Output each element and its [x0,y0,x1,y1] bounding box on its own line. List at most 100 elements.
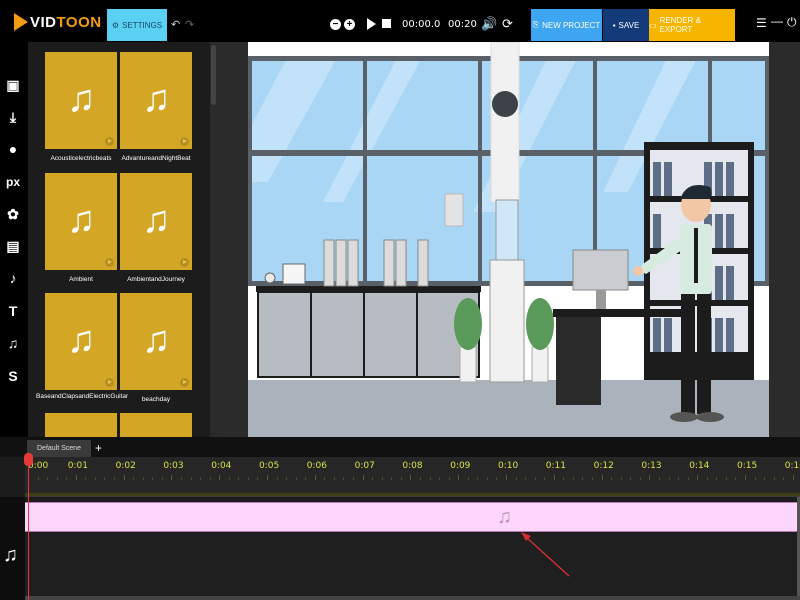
music-note-icon: ♫ [142,199,171,241]
panel-scroll-thumb[interactable] [211,45,216,105]
ruler-tick [381,477,383,480]
canvas-stage[interactable] [248,42,769,437]
px-icon[interactable]: px [4,173,22,191]
microphone-icon[interactable]: ♪ [4,269,22,287]
ruler-tick [314,475,316,480]
undo-icon[interactable]: ↶ [171,18,180,31]
ruler-tick [496,477,498,480]
add-scene-icon[interactable]: + [95,441,102,455]
document-icon[interactable]: ▤ [4,237,22,255]
timeline-horizontal-scrollbar[interactable] [25,596,800,600]
music-tile[interactable] [45,413,117,437]
ruler-tick [372,477,374,480]
preview-play-icon[interactable] [180,137,189,146]
ruler-tick [66,477,68,480]
ruler-tick [429,477,431,480]
ruler-tick [238,477,240,480]
settings-button[interactable]: ⚙ SETTINGS [107,9,167,41]
save-button[interactable]: ▪ SAVE [603,9,649,41]
ruler-tick [56,477,58,480]
download-icon[interactable]: ⤓ [4,108,22,126]
s-icon[interactable]: S [4,367,22,385]
music-tile[interactable] [120,413,192,437]
ruler-tick-label: 0:07 [354,461,375,471]
preview-play-icon[interactable] [105,258,114,267]
ruler-tick [658,477,660,480]
image-icon[interactable]: ▣ [4,76,22,94]
ruler-tick [257,477,259,480]
music-note-icon: ♫ [67,319,96,361]
music-tile[interactable]: ♫ [45,293,117,390]
ruler-tick [209,477,211,480]
music-tile-label: beachday [141,396,171,403]
ruler-tick [439,477,441,480]
current-time: 00:00.0 [402,19,441,30]
new-project-button[interactable]: ⎘ NEW PROJECT [531,9,602,41]
music-tile[interactable]: ♫ [120,173,192,270]
music-asset-panel: ♫ Acousticelectricbeats ♫ AdvantureandNi… [28,42,210,437]
music-note-icon: ♫ [67,78,96,120]
ruler-tick [286,477,288,480]
ruler-tick-label: 0:16 [784,461,800,471]
ruler-tick [37,477,39,480]
audio-track-clip[interactable] [25,502,797,532]
ruler-tick [735,477,737,480]
music-tile[interactable]: ♫ [45,52,117,149]
power-icon[interactable]: ⏻ [787,15,797,30]
ruler-tick [515,477,517,480]
save-label: SAVE [618,20,640,30]
ruler-tick-label: 0:10 [498,461,519,471]
props-icon[interactable]: ✿ [4,205,22,223]
ruler-tick [305,477,307,480]
new-project-icon: ⎘ [532,20,540,29]
playhead[interactable] [28,457,29,600]
ruler-tick [477,477,479,480]
redo-icon[interactable]: ↷ [185,18,194,31]
stop-icon[interactable] [382,19,391,28]
zoom-in-icon[interactable]: + [344,19,355,30]
ruler-tick [343,477,345,480]
ruler-tick [47,477,49,480]
tab-default-scene[interactable]: Default Scene [27,440,91,457]
ruler-tick [353,477,355,480]
ruler-tick [458,475,460,480]
ruler-tick-label: 0:12 [593,461,614,471]
ruler-tick [620,477,622,480]
zoom-out-icon[interactable]: − [330,19,341,30]
preview-play-icon[interactable] [105,137,114,146]
sync-icon[interactable]: ⟳ [502,16,513,32]
ruler-tick-label: 0:14 [689,461,710,471]
music-tile[interactable]: ♫ [45,173,117,270]
playhead-handle[interactable] [24,453,33,466]
menu-icon[interactable]: ☰ [756,16,767,30]
ruler-tick-label: 0:06 [306,461,328,471]
music-tile[interactable]: ♫ [120,52,192,149]
play-icon[interactable] [367,18,376,30]
ruler-tick-label: 0:09 [450,461,471,471]
render-export-button[interactable]: ▭ RENDER & EXPORT [649,9,735,41]
preview-play-icon[interactable] [180,378,189,387]
text-icon[interactable]: T [4,302,22,320]
ruler-tick [764,477,766,480]
music-tile[interactable]: ♫ [120,293,192,390]
timeline-rail [25,493,800,496]
ruler-tick [171,475,173,480]
preview-play-icon[interactable] [180,258,189,267]
logo-text-vid: VID [30,13,57,31]
volume-icon[interactable]: 🔊 [481,16,497,32]
music-icon[interactable]: ♫ [4,334,22,352]
preview-play-icon[interactable] [105,378,114,387]
ruler-tick-label: 0:13 [641,461,662,471]
render-label: RENDER & EXPORT [659,16,701,34]
ruler-tick [649,475,651,480]
ruler-tick [200,477,202,480]
ruler-tick [123,475,125,480]
ruler-tick [219,475,221,480]
ruler-tick [792,475,794,480]
ruler-tick [725,477,727,480]
monitor-icon: ▭ [649,20,657,30]
minimize-icon[interactable]: — [771,14,783,28]
character-icon[interactable]: ● [4,140,22,158]
ruler-tick-label: 0:04 [211,461,232,471]
ruler-tick-label: 0:08 [402,461,423,471]
